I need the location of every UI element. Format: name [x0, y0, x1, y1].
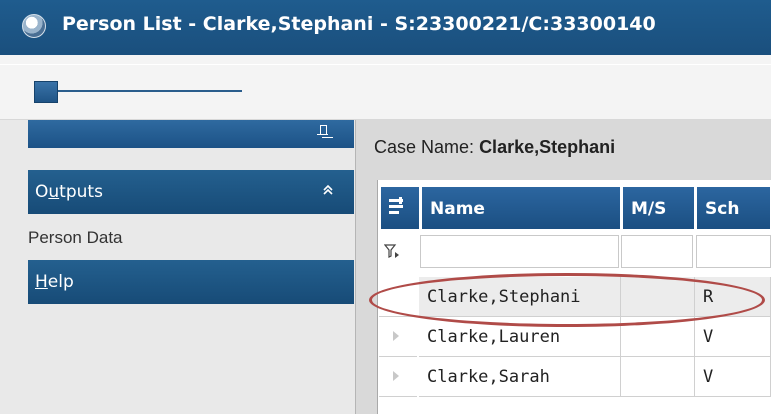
title-bar: Person List - Clarke,Stephani - S:233002…: [0, 0, 771, 55]
toolbar: [0, 55, 771, 120]
filter-input-name[interactable]: [420, 235, 619, 268]
column-header-name[interactable]: Name: [421, 186, 621, 230]
case-name-value: Clarke,Stephani: [479, 137, 616, 157]
toolbar-divider: [0, 64, 771, 65]
filter-input-sch[interactable]: [696, 235, 771, 268]
column-header-ms[interactable]: M/S: [622, 186, 695, 230]
sidebar-item-person-data[interactable]: Person Data: [28, 228, 123, 248]
window-title: Person List - Clarke,Stephani - S:233002…: [62, 13, 656, 35]
app-globe-icon[interactable]: [22, 14, 46, 38]
zoom-slider-track[interactable]: [56, 90, 242, 92]
pin-icon[interactable]: [316, 125, 330, 141]
outputs-label: Outputs: [35, 182, 103, 202]
chevron-up-icon[interactable]: [322, 184, 334, 196]
cell-name[interactable]: Clarke,Sarah: [419, 357, 621, 397]
filter-row-indicator: [379, 235, 419, 268]
outputs-section-header[interactable]: Outputs: [28, 170, 354, 214]
column-header-sch-label: Sch: [705, 199, 740, 219]
filter-input-ms[interactable]: [621, 235, 693, 268]
column-chooser-cell[interactable]: [380, 186, 420, 230]
filter-icon[interactable]: [384, 243, 402, 261]
column-chooser-icon[interactable]: [387, 196, 407, 216]
column-header-sch[interactable]: Sch: [696, 186, 771, 230]
help-label: Help: [35, 272, 74, 292]
help-section-header[interactable]: Help: [28, 260, 354, 304]
cell-sch[interactable]: V: [695, 357, 771, 397]
case-name-label: Case Name:: [374, 137, 475, 157]
cell-sch[interactable]: V: [695, 317, 771, 357]
case-name: Case Name: Clarke,Stephani: [374, 137, 615, 158]
highlight-annotation: [369, 273, 765, 327]
cell-ms[interactable]: [621, 357, 695, 397]
column-header-name-label: Name: [430, 199, 485, 219]
zoom-slider-thumb[interactable]: [34, 81, 58, 103]
row-arrow-icon: [393, 371, 399, 381]
row-arrow-icon: [393, 331, 399, 341]
column-header-ms-label: M/S: [631, 199, 667, 219]
sidebar-header: [28, 120, 354, 148]
